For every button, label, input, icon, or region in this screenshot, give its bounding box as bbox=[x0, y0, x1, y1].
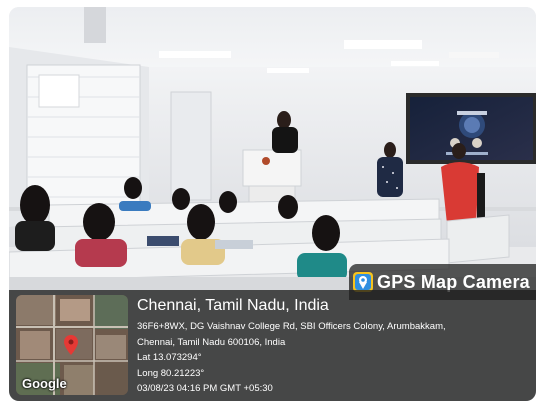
location-details: Chennai, Tamil Nadu, India 36F6+8WX, DG … bbox=[137, 296, 532, 397]
location-pin-icon bbox=[64, 335, 78, 355]
latitude: Lat 13.073294° bbox=[137, 352, 202, 363]
address-line-2: Chennai, Tamil Nadu 600106, India bbox=[137, 336, 286, 348]
longitude: Long 80.21223° bbox=[137, 367, 205, 379]
photo-frame: GPS Map Camera Google Chennai, Tamil Nad… bbox=[9, 7, 536, 401]
ceiling-light bbox=[267, 68, 309, 73]
ceiling-light bbox=[391, 61, 439, 66]
location-overlay: Google Chennai, Tamil Nadu, India 36F6+8… bbox=[9, 290, 536, 401]
address-line-1: 36F6+8WX, DG Vaishnav College Rd, SBI Of… bbox=[137, 321, 446, 332]
ceiling-light bbox=[159, 51, 231, 58]
place-name: Chennai, Tamil Nadu, India bbox=[137, 297, 329, 314]
ceiling-light bbox=[344, 40, 422, 49]
timestamp: 03/08/23 04:16 PM GMT +05:30 bbox=[137, 383, 273, 394]
map-attribution: Google bbox=[22, 376, 67, 391]
location-map: Google bbox=[16, 295, 128, 395]
